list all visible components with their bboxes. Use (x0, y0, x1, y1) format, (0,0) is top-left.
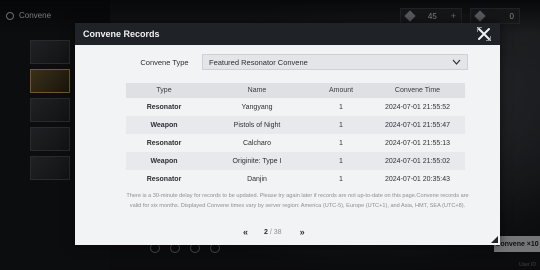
corner-decoration (491, 236, 498, 243)
cell-type: Resonator (146, 103, 182, 111)
cell-amount: 1 (339, 139, 343, 147)
cell-time: 2024-07-01 21:55:52 (385, 103, 450, 111)
table-row: Resonator Calcharo 1 2024-07-01 21:55:13 (126, 134, 465, 152)
select-value: Featured Resonator Convene (209, 57, 308, 67)
table-row: Weapon Pistols of Night 1 2024-07-01 21:… (126, 116, 465, 134)
pagination: « 2 / 38 » (243, 227, 305, 237)
cell-time: 2024-07-01 21:55:02 (370, 152, 465, 170)
cell-type: Resonator (146, 139, 182, 147)
table-header-row: Type Name Amount Convene Time (126, 83, 465, 98)
cell-time: 2024-07-01 21:55:47 (370, 116, 465, 134)
column-header: Convene Time (370, 83, 465, 98)
cell-name: Calcharo (242, 139, 271, 147)
cell-type: Weapon (126, 152, 202, 170)
table-row: Weapon Originite: Type I 1 2024-07-01 21… (126, 152, 465, 170)
cell-time: 2024-07-01 20:35:43 (385, 175, 450, 183)
cell-name: Danjin (247, 175, 267, 183)
convene-type-select[interactable]: Featured Resonator Convene (202, 54, 468, 70)
column-header: Type (126, 83, 202, 98)
dialog-header: Convene Records (75, 23, 500, 45)
cell-name: Originite: Type I (202, 152, 312, 170)
page-indicator: 2 / 38 (264, 229, 282, 236)
table-row: Resonator Yangyang 1 2024-07-01 21:55:52 (126, 98, 465, 116)
cell-type: Weapon (126, 116, 202, 134)
column-header: Amount (312, 83, 370, 98)
next-page-button[interactable]: » (300, 227, 305, 237)
cell-amount: 1 (312, 116, 370, 134)
cell-name: Pistols of Night (202, 116, 312, 134)
current-page: 2 (264, 228, 268, 236)
convene-records-dialog: Convene Records Convene Type Featured Re… (75, 23, 500, 245)
total-pages: / 38 (269, 228, 282, 236)
update-notice: There is a 30-minute delay for records t… (126, 193, 469, 209)
filter-label: Convene Type (140, 57, 189, 67)
records-table: Type Name Amount Convene Time Resonator … (126, 83, 465, 188)
column-header: Name (202, 83, 312, 98)
convene-type-filter: Convene Type Featured Resonator Convene (127, 54, 468, 70)
cell-time: 2024-07-01 21:55:13 (385, 139, 450, 147)
cell-type: Resonator (146, 175, 182, 183)
cell-amount: 1 (339, 103, 343, 111)
cell-amount: 1 (339, 175, 343, 183)
cell-name: Yangyang (241, 103, 273, 111)
close-icon[interactable] (477, 27, 491, 41)
chevron-down-icon (452, 59, 461, 65)
cell-amount: 1 (312, 152, 370, 170)
table-row: Resonator Danjin 1 2024-07-01 20:35:43 (126, 170, 465, 188)
dialog-title: Convene Records (83, 29, 160, 39)
prev-page-button[interactable]: « (243, 227, 248, 237)
